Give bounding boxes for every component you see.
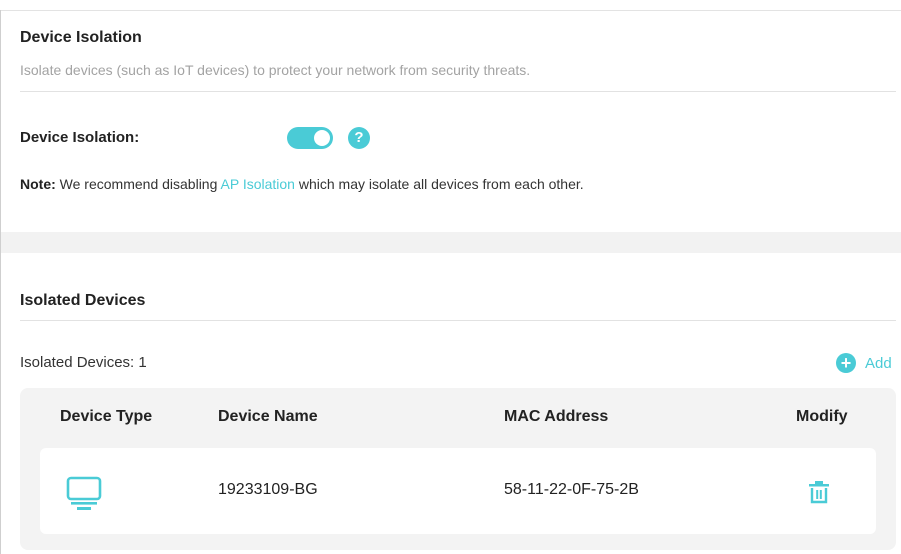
section-divider [20,320,896,321]
column-header-modify: Modify [796,408,848,425]
column-header-device-name: Device Name [218,408,318,425]
help-icon[interactable]: ? [348,127,370,149]
isolated-devices-title: Isolated Devices [20,292,146,309]
column-header-mac-address: MAC Address [504,408,609,425]
add-button-label: Add [865,354,892,372]
device-name-cell: 19233109-BG [218,481,318,498]
table-row: 19233109-BG 58-11-22-0F-75-2B [40,448,876,534]
add-circle-icon: + [836,353,856,373]
trash-icon[interactable] [808,480,830,504]
device-isolation-description: Isolate devices (such as IoT devices) to… [20,62,531,78]
mac-address-cell: 58-11-22-0F-75-2B [504,481,639,498]
ap-isolation-link[interactable]: AP Isolation [221,176,295,192]
note-after-link: which may isolate all devices from each … [294,176,584,192]
frame-left-border [0,10,1,554]
note-before-link: We recommend disabling [55,176,221,192]
isolated-devices-count: Isolated Devices: 1 [20,354,147,371]
frame-top-border [0,10,901,11]
monitor-icon [66,476,102,510]
note-prefix: Note: [20,176,56,192]
note-text: Note: We recommend disabling AP Isolatio… [20,176,584,192]
toggle-knob [314,130,330,146]
device-isolation-toggle[interactable] [287,127,333,149]
isolated-devices-table: Device Type Device Name MAC Address Modi… [20,388,896,550]
column-header-device-type: Device Type [60,408,153,425]
device-isolation-label: Device Isolation: [20,129,140,146]
section-separator-band [1,232,901,253]
add-button[interactable]: + Add [836,353,892,373]
section-divider [20,91,896,92]
device-isolation-title: Device Isolation [20,29,142,46]
